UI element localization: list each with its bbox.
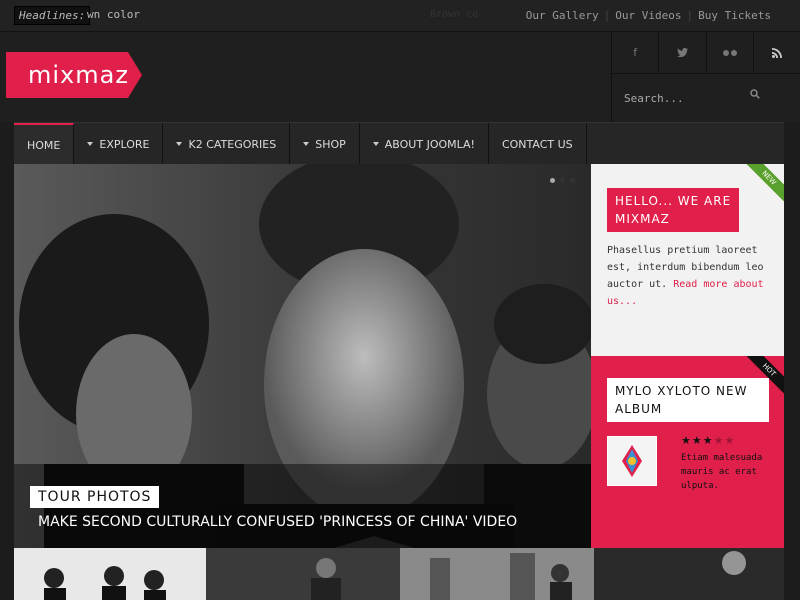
nav-contact-label: CONTACT US: [501, 137, 573, 151]
top-links: Our Gallery | Our Videos | Buy Tickets: [521, 9, 776, 22]
thumbnail[interactable]: [594, 548, 784, 600]
album-heading-line2: ALBUM: [615, 402, 663, 416]
star-icon[interactable]: ★: [681, 434, 692, 447]
slider-dot[interactable]: [560, 178, 565, 183]
album-cover[interactable]: [607, 436, 657, 486]
search-icon[interactable]: [750, 89, 760, 99]
caret-down-icon: [87, 142, 94, 146]
flickr-icon[interactable]: [705, 32, 753, 73]
nav-contact[interactable]: CONTACT US: [489, 123, 587, 165]
nav-k2-categories[interactable]: K2 CATEGORIES: [163, 123, 291, 165]
about-heading: HELLO... WE ARE MIXMAZ: [607, 188, 740, 232]
star-icon[interactable]: ★: [725, 434, 736, 447]
header: mixmaz f: [0, 32, 800, 122]
nav-home[interactable]: HOME: [14, 123, 75, 165]
hero-slider[interactable]: TOUR PHOTOS MAKE SECOND CULTURALLY CONFU…: [14, 164, 591, 548]
nav-shop[interactable]: SHOP: [290, 123, 360, 165]
about-text: Phasellus pretium laoreet est, interdum …: [607, 242, 772, 310]
album-heading-line1: MYLO XYLOTO NEW: [615, 384, 748, 398]
rating-stars: ★★★★★: [681, 434, 735, 447]
top-bar: Headlines: wn color Brown co Our Gallery…: [0, 0, 800, 32]
nav-about-joomla[interactable]: ABOUT JOOMLA!: [360, 123, 489, 165]
nav-home-label: HOME: [27, 138, 61, 152]
star-icon[interactable]: ★: [692, 434, 703, 447]
star-icon[interactable]: ★: [703, 434, 714, 447]
about-heading-line2: MIXMAZ: [615, 212, 670, 226]
hero-title[interactable]: MAKE SECOND CULTURALLY CONFUSED 'PRINCES…: [38, 514, 517, 530]
nav-explore[interactable]: EXPLORE: [74, 123, 164, 165]
logo-text: mixmaz: [28, 61, 129, 89]
caret-down-icon: [372, 142, 379, 146]
thumbnail[interactable]: [14, 548, 206, 600]
nav-explore-label: EXPLORE: [99, 137, 150, 151]
logo[interactable]: mixmaz: [6, 52, 142, 98]
facebook-icon[interactable]: f: [611, 32, 658, 73]
thumbnail[interactable]: [206, 548, 400, 600]
slider-dot[interactable]: [570, 178, 575, 183]
bottom-thumbnails: [14, 548, 784, 600]
rss-icon[interactable]: [752, 32, 800, 73]
thumbnail[interactable]: [400, 548, 594, 600]
tickets-link[interactable]: Buy Tickets: [693, 9, 776, 22]
nav-shop-label: SHOP: [315, 137, 346, 151]
headlines-label: Headlines:: [14, 6, 91, 25]
main-nav: HOME EXPLORE K2 CATEGORIES SHOP ABOUT JO…: [14, 122, 784, 165]
headline-ticker[interactable]: wn color: [87, 8, 140, 21]
search-input[interactable]: [622, 86, 756, 110]
star-icon[interactable]: ★: [714, 434, 725, 447]
social-links: f: [611, 32, 800, 74]
album-panel: HOT MYLO XYLOTO NEW ALBUM ★★★★★ Etiam ma…: [591, 356, 784, 548]
search-box: [611, 74, 800, 122]
new-ribbon: NEW: [740, 164, 784, 207]
nav-about-label: ABOUT JOOMLA!: [384, 137, 475, 151]
gallery-link[interactable]: Our Gallery: [521, 9, 604, 22]
caret-down-icon: [303, 142, 310, 146]
twitter-icon[interactable]: [658, 32, 705, 73]
videos-link[interactable]: Our Videos: [610, 9, 686, 22]
headline-ticker-ghost: Brown co: [430, 9, 479, 20]
hero-category-tag[interactable]: TOUR PHOTOS: [30, 486, 160, 508]
album-heading[interactable]: MYLO XYLOTO NEW ALBUM: [607, 378, 769, 422]
caret-down-icon: [176, 142, 183, 146]
slider-dots: [550, 178, 575, 183]
slider-dot[interactable]: [550, 178, 555, 183]
album-text: Etiam malesuada mauris ac erat ulputa.: [681, 453, 763, 491]
about-panel: NEW HELLO... WE ARE MIXMAZ Phasellus pre…: [591, 164, 784, 356]
about-heading-line1: HELLO... WE ARE: [615, 194, 732, 208]
nav-k2-label: K2 CATEGORIES: [188, 137, 277, 151]
